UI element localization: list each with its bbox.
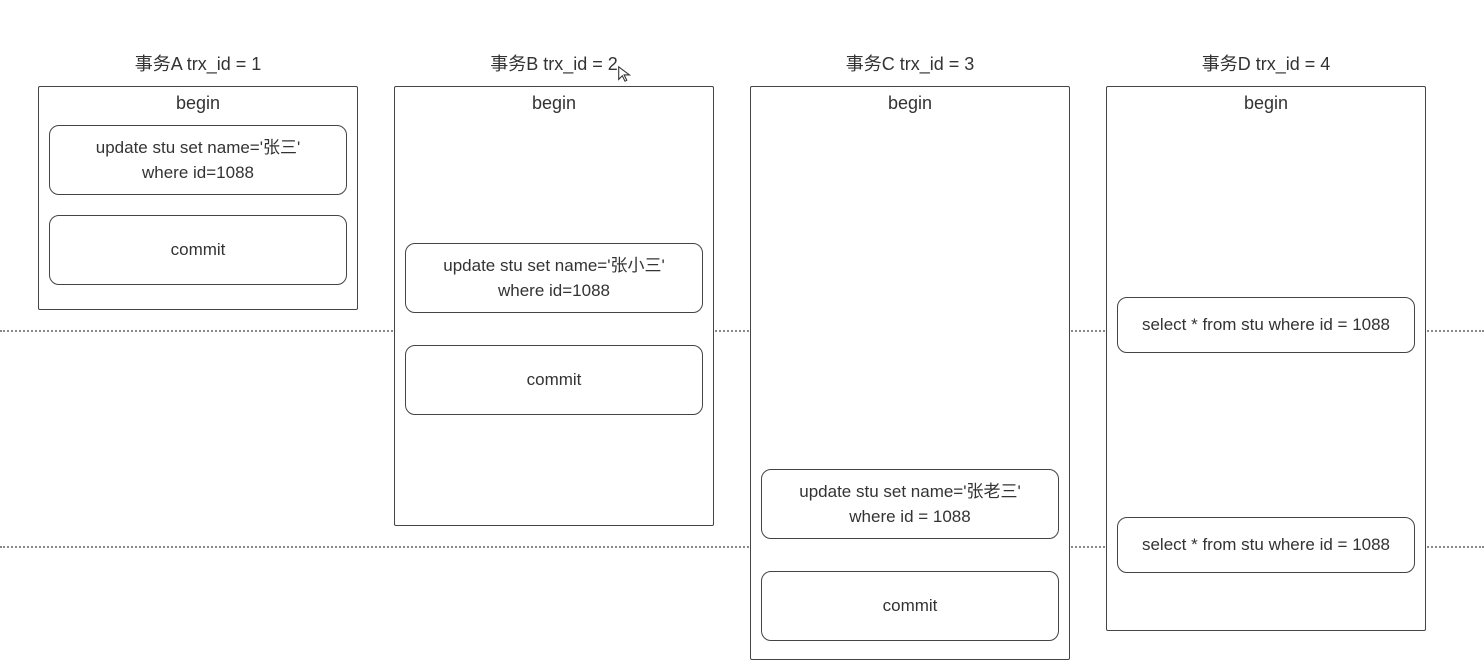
tx-b-update: update stu set name='张小三' where id=1088	[405, 243, 703, 313]
tx-b-title: 事务B trx_id = 2	[394, 50, 714, 76]
tx-d-select2: select * from stu where id = 1088	[1117, 517, 1415, 573]
tx-b-commit: commit	[405, 345, 703, 415]
tx-a-box: begin update stu set name='张三' where id=…	[38, 86, 358, 310]
tx-b-begin: begin	[395, 87, 713, 122]
tx-b-box: begin update stu set name='张小三' where id…	[394, 86, 714, 526]
tx-c-begin: begin	[751, 87, 1069, 122]
diagram-stage: 事务A trx_id = 1 begin update stu set name…	[0, 0, 1484, 671]
tx-c-box: begin update stu set name='张老三' where id…	[750, 86, 1070, 660]
tx-d-select1: select * from stu where id = 1088	[1117, 297, 1415, 353]
tx-d-begin: begin	[1107, 87, 1425, 122]
tx-a-title: 事务A trx_id = 1	[38, 50, 358, 76]
tx-d-title: 事务D trx_id = 4	[1106, 50, 1426, 76]
tx-a-commit: commit	[49, 215, 347, 285]
tx-c-update: update stu set name='张老三' where id = 108…	[761, 469, 1059, 539]
tx-c-title: 事务C trx_id = 3	[750, 50, 1070, 76]
tx-a-update: update stu set name='张三' where id=1088	[49, 125, 347, 195]
tx-a-begin: begin	[39, 87, 357, 122]
tx-c-commit: commit	[761, 571, 1059, 641]
tx-d-box: begin select * from stu where id = 1088 …	[1106, 86, 1426, 631]
